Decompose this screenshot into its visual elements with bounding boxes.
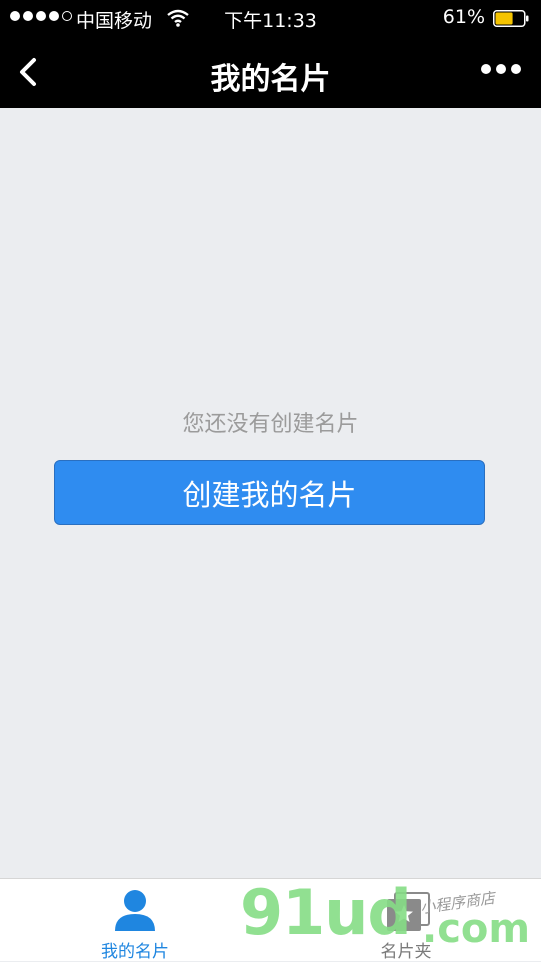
more-dots-icon[interactable] [481, 64, 521, 74]
person-icon [115, 890, 155, 931]
empty-state-message: 您还没有创建名片 [182, 412, 359, 437]
nav-bar: 我的名片 [0, 36, 541, 108]
tab-card-holder[interactable]: 名片夹 [271, 879, 541, 962]
create-card-button[interactable]: 创建我的名片 [54, 460, 485, 525]
app-header: 中国移动 下午11:33 61% 我的名片 [0, 0, 541, 108]
tab-my-card[interactable]: 我的名片 [0, 879, 270, 962]
status-bar: 中国移动 下午11:33 61% [0, 0, 541, 36]
star-card-icon [387, 892, 430, 931]
page-title: 我的名片 [210, 62, 331, 97]
tab-card-holder-label: 名片夹 [380, 942, 432, 962]
battery-icon [493, 10, 529, 27]
tab-my-card-label: 我的名片 [101, 942, 169, 962]
battery-percent: 61% [442, 6, 485, 28]
tab-bar: 我的名片 名片夹 [0, 878, 541, 962]
